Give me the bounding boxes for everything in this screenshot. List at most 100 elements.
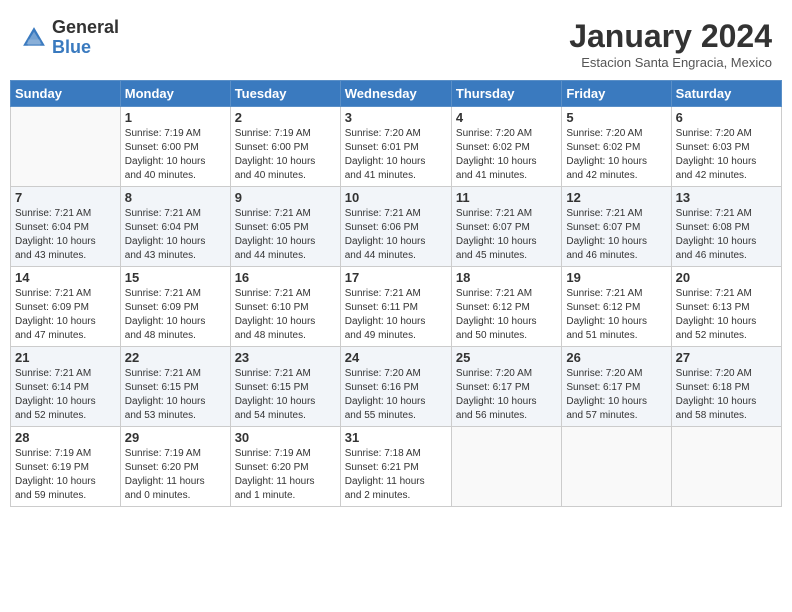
day-info: Sunrise: 7:19 AM Sunset: 6:00 PM Dayligh… <box>125 127 226 183</box>
day-info: Sunrise: 7:19 AM Sunset: 6:20 PM Dayligh… <box>125 447 226 503</box>
day-number: 16 <box>235 270 336 285</box>
logo-blue: Blue <box>52 38 119 58</box>
day-cell <box>671 427 781 507</box>
day-number: 27 <box>676 350 777 365</box>
day-number: 12 <box>566 190 666 205</box>
day-info: Sunrise: 7:21 AM Sunset: 6:11 PM Dayligh… <box>345 287 447 343</box>
day-number: 25 <box>456 350 557 365</box>
day-number: 9 <box>235 190 336 205</box>
logo-general: General <box>52 18 119 38</box>
day-cell: 23 Sunrise: 7:21 AM Sunset: 6:15 PM Dayli… <box>230 347 340 427</box>
day-info: Sunrise: 7:20 AM Sunset: 6:17 PM Dayligh… <box>566 367 666 423</box>
day-number: 19 <box>566 270 666 285</box>
day-info: Sunrise: 7:21 AM Sunset: 6:09 PM Dayligh… <box>125 287 226 343</box>
day-cell: 11Sunrise: 7:21 AM Sunset: 6:07 PM Dayli… <box>451 187 561 267</box>
day-cell: 7Sunrise: 7:21 AM Sunset: 6:04 PM Daylig… <box>11 187 121 267</box>
day-info: Sunrise: 7:21 AM Sunset: 6:15 PM Dayligh… <box>125 367 226 423</box>
week-row-3: 14 Sunrise: 7:21 AM Sunset: 6:09 PM Dayli… <box>11 267 782 347</box>
col-header-sunday: Sunday <box>11 81 121 107</box>
day-info: Sunrise: 7:21 AM Sunset: 6:08 PM Dayligh… <box>676 207 777 263</box>
day-info: Sunrise: 7:20 AM Sunset: 6:02 PM Dayligh… <box>566 127 666 183</box>
week-row-2: 7Sunrise: 7:21 AM Sunset: 6:04 PM Daylig… <box>11 187 782 267</box>
day-info: Sunrise: 7:21 AM Sunset: 6:10 PM Dayligh… <box>235 287 336 343</box>
day-info: Sunrise: 7:19 AM Sunset: 6:20 PM Dayligh… <box>235 447 336 503</box>
day-cell: 9Sunrise: 7:21 AM Sunset: 6:05 PM Daylig… <box>230 187 340 267</box>
day-cell <box>562 427 671 507</box>
day-info: Sunrise: 7:20 AM Sunset: 6:18 PM Dayligh… <box>676 367 777 423</box>
day-number: 24 <box>345 350 447 365</box>
day-info: Sunrise: 7:21 AM Sunset: 6:12 PM Dayligh… <box>456 287 557 343</box>
day-info: Sunrise: 7:19 AM Sunset: 6:19 PM Dayligh… <box>15 447 116 503</box>
day-cell: 10 Sunrise: 7:21 AM Sunset: 6:06 PM Dayli… <box>340 187 451 267</box>
day-number: 31 <box>345 430 447 445</box>
week-row-5: 28 Sunrise: 7:19 AM Sunset: 6:19 PM Dayli… <box>11 427 782 507</box>
col-header-saturday: Saturday <box>671 81 781 107</box>
day-cell: 30 Sunrise: 7:19 AM Sunset: 6:20 PM Dayli… <box>230 427 340 507</box>
day-cell: 28 Sunrise: 7:19 AM Sunset: 6:19 PM Dayli… <box>11 427 121 507</box>
day-cell: 24Sunrise: 7:20 AM Sunset: 6:16 PM Dayli… <box>340 347 451 427</box>
day-info: Sunrise: 7:21 AM Sunset: 6:12 PM Dayligh… <box>566 287 666 343</box>
day-cell: 2Sunrise: 7:19 AM Sunset: 6:00 PM Daylig… <box>230 107 340 187</box>
day-cell: 21 Sunrise: 7:21 AM Sunset: 6:14 PM Dayli… <box>11 347 121 427</box>
col-header-thursday: Thursday <box>451 81 561 107</box>
day-number: 30 <box>235 430 336 445</box>
calendar-table: SundayMondayTuesdayWednesdayThursdayFrid… <box>10 80 782 507</box>
day-cell: 4Sunrise: 7:20 AM Sunset: 6:02 PM Daylig… <box>451 107 561 187</box>
day-number: 17 <box>345 270 447 285</box>
day-cell: 25 Sunrise: 7:20 AM Sunset: 6:17 PM Dayli… <box>451 347 561 427</box>
month-title: January 2024 <box>569 18 772 55</box>
day-info: Sunrise: 7:20 AM Sunset: 6:17 PM Dayligh… <box>456 367 557 423</box>
page-header: General Blue January 2024 Estacion Santa… <box>10 10 782 74</box>
day-number: 3 <box>345 110 447 125</box>
day-number: 13 <box>676 190 777 205</box>
day-cell: 5Sunrise: 7:20 AM Sunset: 6:02 PM Daylig… <box>562 107 671 187</box>
day-info: Sunrise: 7:21 AM Sunset: 6:06 PM Dayligh… <box>345 207 447 263</box>
day-cell: 13 Sunrise: 7:21 AM Sunset: 6:08 PM Dayli… <box>671 187 781 267</box>
day-info: Sunrise: 7:20 AM Sunset: 6:03 PM Dayligh… <box>676 127 777 183</box>
day-cell: 31 Sunrise: 7:18 AM Sunset: 6:21 PM Dayli… <box>340 427 451 507</box>
day-cell: 15Sunrise: 7:21 AM Sunset: 6:09 PM Dayli… <box>120 267 230 347</box>
day-number: 21 <box>15 350 116 365</box>
day-info: Sunrise: 7:21 AM Sunset: 6:04 PM Dayligh… <box>125 207 226 263</box>
day-info: Sunrise: 7:21 AM Sunset: 6:09 PM Dayligh… <box>15 287 116 343</box>
day-number: 6 <box>676 110 777 125</box>
subtitle: Estacion Santa Engracia, Mexico <box>569 55 772 70</box>
day-cell: 26 Sunrise: 7:20 AM Sunset: 6:17 PM Dayli… <box>562 347 671 427</box>
header-row: SundayMondayTuesdayWednesdayThursdayFrid… <box>11 81 782 107</box>
day-number: 22 <box>125 350 226 365</box>
logo-icon <box>20 24 48 52</box>
day-cell: 20 Sunrise: 7:21 AM Sunset: 6:13 PM Dayli… <box>671 267 781 347</box>
day-number: 10 <box>345 190 447 205</box>
col-header-wednesday: Wednesday <box>340 81 451 107</box>
day-number: 29 <box>125 430 226 445</box>
day-number: 11 <box>456 190 557 205</box>
day-info: Sunrise: 7:21 AM Sunset: 6:04 PM Dayligh… <box>15 207 116 263</box>
day-info: Sunrise: 7:21 AM Sunset: 6:14 PM Dayligh… <box>15 367 116 423</box>
day-cell: 6 Sunrise: 7:20 AM Sunset: 6:03 PM Daylig… <box>671 107 781 187</box>
logo: General Blue <box>20 18 119 58</box>
day-cell: 19 Sunrise: 7:21 AM Sunset: 6:12 PM Dayli… <box>562 267 671 347</box>
day-number: 18 <box>456 270 557 285</box>
day-number: 28 <box>15 430 116 445</box>
day-info: Sunrise: 7:18 AM Sunset: 6:21 PM Dayligh… <box>345 447 447 503</box>
day-number: 14 <box>15 270 116 285</box>
day-info: Sunrise: 7:20 AM Sunset: 6:01 PM Dayligh… <box>345 127 447 183</box>
day-number: 23 <box>235 350 336 365</box>
day-info: Sunrise: 7:21 AM Sunset: 6:15 PM Dayligh… <box>235 367 336 423</box>
day-number: 20 <box>676 270 777 285</box>
day-cell <box>11 107 121 187</box>
day-number: 2 <box>235 110 336 125</box>
col-header-monday: Monday <box>120 81 230 107</box>
day-cell: 29 Sunrise: 7:19 AM Sunset: 6:20 PM Dayli… <box>120 427 230 507</box>
logo-text: General Blue <box>52 18 119 58</box>
week-row-1: 1Sunrise: 7:19 AM Sunset: 6:00 PM Daylig… <box>11 107 782 187</box>
day-cell: 17 Sunrise: 7:21 AM Sunset: 6:11 PM Dayli… <box>340 267 451 347</box>
day-cell: 12Sunrise: 7:21 AM Sunset: 6:07 PM Dayli… <box>562 187 671 267</box>
day-info: Sunrise: 7:21 AM Sunset: 6:13 PM Dayligh… <box>676 287 777 343</box>
day-cell: 18 Sunrise: 7:21 AM Sunset: 6:12 PM Dayli… <box>451 267 561 347</box>
day-number: 26 <box>566 350 666 365</box>
day-cell: 1Sunrise: 7:19 AM Sunset: 6:00 PM Daylig… <box>120 107 230 187</box>
day-cell: 16 Sunrise: 7:21 AM Sunset: 6:10 PM Dayli… <box>230 267 340 347</box>
day-cell: 3 Sunrise: 7:20 AM Sunset: 6:01 PM Daylig… <box>340 107 451 187</box>
col-header-friday: Friday <box>562 81 671 107</box>
